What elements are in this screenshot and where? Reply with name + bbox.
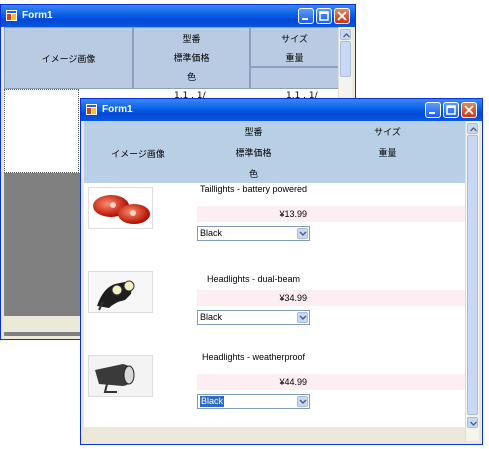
back-scroll-up-button[interactable]	[340, 29, 351, 40]
header-weight-label: 重量	[378, 149, 397, 159]
back-header-empty	[250, 67, 339, 89]
headlight-weatherproof-image	[88, 355, 153, 397]
product-name: Headlights - weatherproof	[201, 352, 306, 362]
header-size-label: サイズ	[374, 128, 401, 138]
color-select-value: Black	[200, 396, 225, 407]
maximize-button[interactable]	[316, 8, 332, 24]
back-header-model-label: 型番	[182, 35, 201, 45]
back-header-size-label: サイズ	[281, 35, 308, 45]
product-name: Headlights - dual-beam	[206, 274, 301, 284]
minimize-button[interactable]	[298, 8, 314, 24]
back-header-model: 型番 標準価格 色	[133, 27, 250, 89]
dropdown-button[interactable]	[297, 312, 308, 323]
back-window-titlebar[interactable]: Form1	[1, 5, 355, 27]
back-header-size: サイズ 重量	[250, 27, 339, 67]
back-header-weight-label: 重量	[285, 54, 304, 64]
dropdown-button[interactable]	[297, 228, 308, 239]
front-window-titlebar[interactable]: Form1	[81, 99, 482, 121]
front-window-client: イメージ画像 型番 標準価格 色 サイズ 重量 Taillights - bat…	[84, 121, 479, 441]
price-field[interactable]: ¥13.99	[197, 206, 310, 222]
back-scroll-thumb[interactable]	[340, 41, 351, 77]
chevron-up-icon	[343, 33, 350, 38]
close-icon	[337, 11, 347, 21]
headlight-icon	[89, 272, 152, 312]
record-row: Taillights - battery powered ¥13.99 Blac…	[84, 183, 465, 267]
column-header: イメージ画像 型番 標準価格 色 サイズ 重量	[84, 121, 465, 183]
product-name: Taillights - battery powered	[199, 184, 308, 194]
chevron-up-icon	[470, 127, 477, 132]
back-header-image: イメージ画像	[4, 27, 133, 89]
record-row: Headlights - weatherproof ¥44.99 Black	[84, 351, 465, 435]
back-header-image-label: イメージ画像	[41, 55, 96, 65]
maximize-button[interactable]	[443, 102, 459, 118]
dropdown-button[interactable]	[297, 396, 308, 407]
vertical-scrollbar[interactable]	[465, 121, 479, 441]
color-select[interactable]: Black	[197, 394, 310, 409]
size-field[interactable]	[310, 290, 465, 306]
price-field[interactable]: ¥44.99	[197, 374, 310, 390]
headlight-icon	[89, 356, 152, 396]
scroll-down-button[interactable]	[467, 417, 478, 428]
header-model-label: 型番	[244, 128, 263, 138]
header-price-label: 標準価格	[235, 149, 272, 159]
close-icon	[464, 105, 474, 115]
app-icon	[86, 104, 97, 115]
scroll-thumb[interactable]	[467, 135, 478, 415]
size-field[interactable]	[310, 374, 465, 390]
price-field[interactable]: ¥34.99	[197, 290, 310, 306]
app-icon	[6, 10, 17, 21]
size-field[interactable]	[310, 206, 465, 222]
taillight-icon	[93, 195, 150, 224]
back-header-price-label: 標準価格	[173, 54, 210, 64]
scroll-up-button[interactable]	[467, 123, 478, 134]
record-row: Headlights - dual-beam ¥34.99 Black	[84, 267, 465, 351]
header-color-label: 色	[248, 170, 258, 180]
front-window: Form1 イメージ画像 型番 標準価格 色 サイズ 重量 Taillights…	[80, 98, 483, 445]
chevron-down-icon	[299, 399, 307, 405]
chevron-down-icon	[470, 421, 477, 426]
form-bottom-band	[84, 427, 465, 441]
color-select[interactable]: Black	[197, 226, 310, 241]
color-select[interactable]: Black	[197, 310, 310, 325]
chevron-down-icon	[299, 315, 307, 321]
front-window-title: Form1	[102, 104, 133, 115]
taillight-image	[88, 187, 153, 229]
chevron-down-icon	[299, 231, 307, 237]
back-window-title: Form1	[22, 10, 53, 21]
maximize-icon	[319, 11, 329, 21]
color-select-value: Black	[200, 228, 223, 238]
minimize-icon	[302, 18, 308, 20]
close-button[interactable]	[334, 8, 350, 24]
minimize-button[interactable]	[425, 102, 441, 118]
maximize-icon	[446, 105, 456, 115]
back-row-image-cell	[4, 89, 79, 173]
minimize-icon	[429, 112, 435, 114]
headlight-dual-beam-image	[88, 271, 153, 313]
back-header-color-label: 色	[186, 73, 196, 83]
color-select-value: Black	[200, 312, 223, 322]
header-image-label: イメージ画像	[111, 150, 165, 160]
close-button[interactable]	[461, 102, 477, 118]
